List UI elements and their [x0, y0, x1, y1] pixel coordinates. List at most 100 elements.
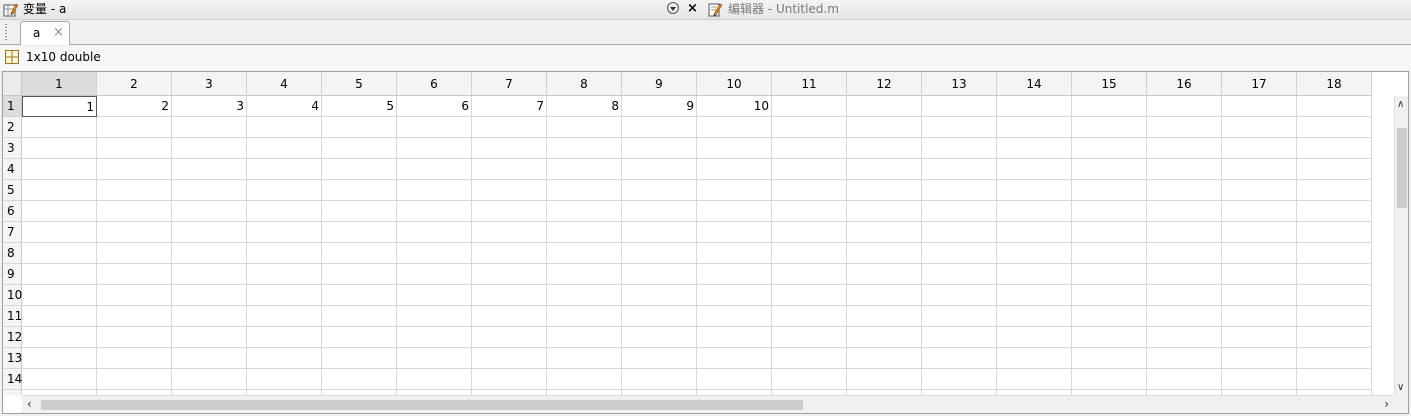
table-cell[interactable]: [547, 306, 622, 327]
tab-strip-grip[interactable]: [5, 24, 7, 40]
table-cell[interactable]: [22, 138, 97, 159]
table-cell[interactable]: [1072, 138, 1147, 159]
table-cell[interactable]: [97, 159, 172, 180]
table-cell[interactable]: [397, 159, 472, 180]
table-cell[interactable]: [922, 117, 997, 138]
column-header[interactable]: 9: [622, 72, 697, 96]
table-cell[interactable]: [472, 264, 547, 285]
table-cell[interactable]: [547, 285, 622, 306]
table-cell[interactable]: [397, 306, 472, 327]
table-cell[interactable]: [397, 180, 472, 201]
table-cell[interactable]: [847, 96, 922, 117]
column-header[interactable]: 7: [472, 72, 547, 96]
column-header[interactable]: 10: [697, 72, 772, 96]
table-cell[interactable]: [397, 138, 472, 159]
table-cell[interactable]: [97, 138, 172, 159]
table-cell[interactable]: [97, 180, 172, 201]
table-cell[interactable]: [1072, 159, 1147, 180]
table-cell[interactable]: [1072, 201, 1147, 222]
table-cell[interactable]: [697, 369, 772, 390]
table-cell[interactable]: [1147, 243, 1222, 264]
table-cell[interactable]: [22, 264, 97, 285]
table-cell[interactable]: [547, 117, 622, 138]
table-cell[interactable]: [322, 138, 397, 159]
table-cell[interactable]: [847, 180, 922, 201]
table-cell[interactable]: [622, 306, 697, 327]
table-cell[interactable]: [172, 159, 247, 180]
table-cell[interactable]: [772, 222, 847, 243]
table-cell[interactable]: [997, 243, 1072, 264]
table-cell[interactable]: [697, 285, 772, 306]
row-header[interactable]: 5: [3, 180, 22, 201]
table-cell[interactable]: [697, 117, 772, 138]
scroll-down-icon[interactable]: ∨: [1397, 382, 1404, 393]
table-cell[interactable]: [22, 201, 97, 222]
table-cell[interactable]: 8: [547, 96, 622, 117]
table-cell[interactable]: [1297, 285, 1372, 306]
table-cell[interactable]: [622, 180, 697, 201]
table-cell[interactable]: [847, 222, 922, 243]
table-cell[interactable]: [847, 117, 922, 138]
table-cell[interactable]: [697, 348, 772, 369]
table-cell[interactable]: [472, 201, 547, 222]
table-cell[interactable]: 1: [22, 96, 97, 117]
table-cell[interactable]: [22, 369, 97, 390]
table-cell[interactable]: [772, 285, 847, 306]
table-cell[interactable]: [622, 201, 697, 222]
table-cell[interactable]: [622, 138, 697, 159]
table-cell[interactable]: [847, 327, 922, 348]
table-cell[interactable]: [1072, 117, 1147, 138]
row-header[interactable]: 6: [3, 201, 22, 222]
table-cell[interactable]: [697, 159, 772, 180]
table-cell[interactable]: [1297, 222, 1372, 243]
table-cell[interactable]: [1072, 180, 1147, 201]
table-cell[interactable]: [397, 264, 472, 285]
table-cell[interactable]: [247, 117, 322, 138]
table-cell[interactable]: [1297, 159, 1372, 180]
table-cell[interactable]: [997, 96, 1072, 117]
table-cell[interactable]: 5: [322, 96, 397, 117]
table-cell[interactable]: [472, 222, 547, 243]
table-cell[interactable]: [397, 285, 472, 306]
select-all-corner[interactable]: [3, 72, 22, 96]
table-cell[interactable]: [847, 264, 922, 285]
table-cell[interactable]: [322, 369, 397, 390]
table-cell[interactable]: [1072, 264, 1147, 285]
column-header[interactable]: 16: [1147, 72, 1222, 96]
table-cell[interactable]: [1147, 369, 1222, 390]
table-cell[interactable]: [97, 264, 172, 285]
table-cell[interactable]: [1222, 180, 1297, 201]
table-cell[interactable]: [1072, 348, 1147, 369]
column-header[interactable]: 14: [997, 72, 1072, 96]
table-cell[interactable]: [997, 180, 1072, 201]
table-cell[interactable]: [772, 159, 847, 180]
table-cell[interactable]: [172, 264, 247, 285]
table-cell[interactable]: [1297, 327, 1372, 348]
column-header[interactable]: 8: [547, 72, 622, 96]
table-cell[interactable]: [547, 264, 622, 285]
table-cell[interactable]: [697, 306, 772, 327]
row-header[interactable]: 12: [3, 327, 22, 348]
table-cell[interactable]: [22, 222, 97, 243]
table-cell[interactable]: [1297, 348, 1372, 369]
table-cell[interactable]: [772, 348, 847, 369]
table-cell[interactable]: [922, 222, 997, 243]
table-cell[interactable]: [772, 327, 847, 348]
table-cell[interactable]: [697, 243, 772, 264]
table-cell[interactable]: [1147, 222, 1222, 243]
table-cell[interactable]: [847, 306, 922, 327]
table-cell[interactable]: [247, 327, 322, 348]
table-cell[interactable]: [847, 243, 922, 264]
table-cell[interactable]: [622, 369, 697, 390]
table-cell[interactable]: [847, 138, 922, 159]
table-cell[interactable]: [172, 138, 247, 159]
table-cell[interactable]: [1222, 264, 1297, 285]
table-cell[interactable]: [1297, 180, 1372, 201]
table-cell[interactable]: [397, 369, 472, 390]
table-cell[interactable]: [22, 117, 97, 138]
table-cell[interactable]: [247, 180, 322, 201]
table-cell[interactable]: [1222, 159, 1297, 180]
table-cell[interactable]: [847, 348, 922, 369]
table-cell[interactable]: [247, 243, 322, 264]
column-header[interactable]: 2: [97, 72, 172, 96]
